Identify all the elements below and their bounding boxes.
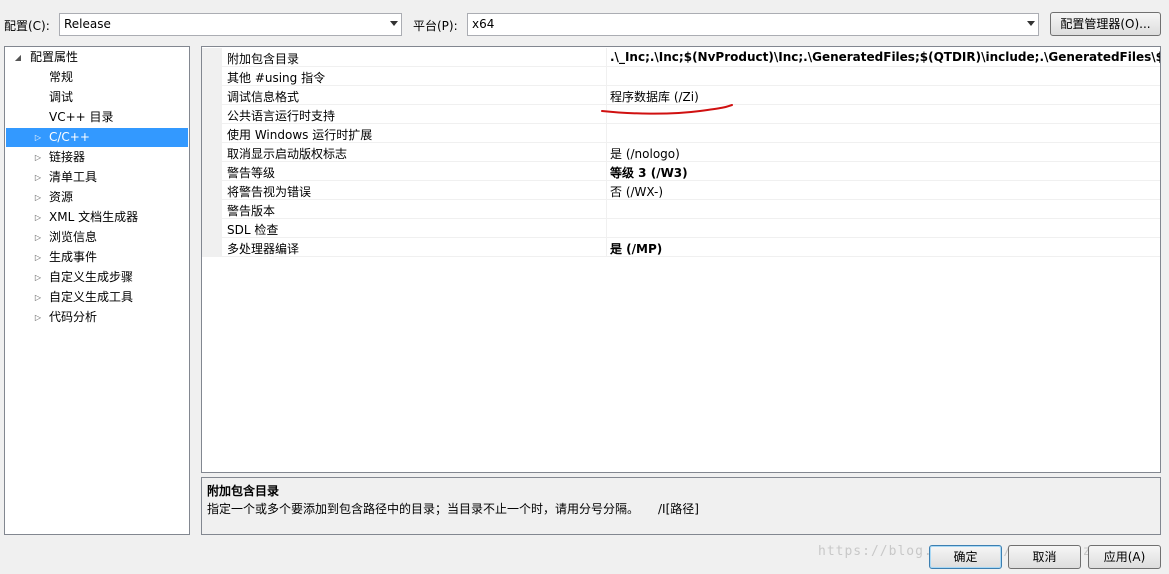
- property-value[interactable]: 是 (/nologo): [610, 145, 680, 162]
- tree-item-config-properties[interactable]: ◢ 配置属性: [6, 48, 188, 67]
- tree-item-label: 链接器: [49, 150, 86, 164]
- property-name: 调试信息格式: [227, 90, 300, 104]
- tree-item-label: 生成事件: [49, 250, 98, 264]
- cancel-button[interactable]: 取消: [1008, 545, 1081, 569]
- tree-item-custom-build-step[interactable]: ▷ 自定义生成步骤: [6, 268, 188, 287]
- property-row[interactable]: 多处理器编译 是 (/MP): [202, 238, 1160, 257]
- property-name: 附加包含目录: [227, 52, 300, 66]
- property-name: 取消显示启动版权标志: [227, 147, 348, 161]
- property-value[interactable]: 等级 3 (/W3): [610, 164, 688, 181]
- tree-item-label: 自定义生成工具: [49, 290, 134, 304]
- tree-item-label: VC++ 目录: [49, 110, 114, 124]
- expand-triangle-icon[interactable]: ▷: [32, 208, 44, 227]
- tree-item-c-cpp[interactable]: ▷ C/C++: [6, 128, 188, 147]
- ok-button[interactable]: 确定: [929, 545, 1002, 569]
- property-row[interactable]: 附加包含目录 .\_Inc;.\Inc;$(NvProduct)\Inc;.\G…: [202, 48, 1160, 67]
- expand-triangle-icon[interactable]: ▷: [32, 228, 44, 247]
- property-name: 多处理器编译: [227, 242, 300, 256]
- chevron-down-icon: [1027, 21, 1035, 26]
- property-grid[interactable]: 附加包含目录 .\_Inc;.\Inc;$(NvProduct)\Inc;.\G…: [201, 46, 1161, 473]
- tree-item-vc-directories[interactable]: VC++ 目录: [6, 108, 188, 127]
- platform-select-value: x64: [472, 17, 495, 31]
- tree-item-label: 配置属性: [30, 50, 79, 64]
- config-label: 配置(C):: [4, 19, 50, 33]
- property-name: 将警告视为错误: [227, 185, 312, 199]
- platform-select[interactable]: x64: [467, 13, 1039, 36]
- expand-triangle-icon[interactable]: ▷: [32, 168, 44, 187]
- tree-item-label: 代码分析: [49, 310, 98, 324]
- tree-item-xml-doc-generator[interactable]: ▷ XML 文档生成器: [6, 208, 188, 227]
- tree-item-label: 清单工具: [49, 170, 98, 184]
- platform-label: 平台(P):: [413, 19, 458, 33]
- property-row[interactable]: 使用 Windows 运行时扩展: [202, 124, 1160, 143]
- tree-item-label: 常规: [49, 70, 74, 84]
- property-row[interactable]: 将警告视为错误 否 (/WX-): [202, 181, 1160, 200]
- tree-item-debugging[interactable]: 调试: [6, 88, 188, 107]
- description-text: 指定一个或多个要添加到包含路径中的目录；当目录不止一个时，请用分号分隔。: [207, 502, 640, 516]
- property-name: 公共语言运行时支持: [227, 109, 336, 123]
- property-row[interactable]: 警告版本: [202, 200, 1160, 219]
- expand-triangle-icon[interactable]: ▷: [32, 188, 44, 207]
- tree-item-label: 资源: [49, 190, 74, 204]
- property-name: 警告版本: [227, 204, 276, 218]
- apply-button[interactable]: 应用(A): [1088, 545, 1161, 569]
- expand-triangle-icon[interactable]: ▷: [32, 248, 44, 267]
- description-title: 附加包含目录: [207, 484, 280, 498]
- property-row[interactable]: SDL 检查: [202, 219, 1160, 238]
- tree-item-label: 自定义生成步骤: [49, 270, 134, 284]
- property-row[interactable]: 其他 #using 指令: [202, 67, 1160, 86]
- property-name: 使用 Windows 运行时扩展: [227, 128, 373, 142]
- expand-triangle-icon[interactable]: ▷: [32, 308, 44, 327]
- tree-item-label: 调试: [49, 90, 74, 104]
- expand-triangle-icon[interactable]: ▷: [32, 268, 44, 287]
- property-tree[interactable]: ◢ 配置属性 常规 调试 VC++ 目录 ▷ C/C++ ▷ 链接器 ▷ 清单工…: [4, 46, 190, 535]
- expand-triangle-icon[interactable]: ▷: [32, 148, 44, 167]
- property-row[interactable]: 取消显示启动版权标志 是 (/nologo): [202, 143, 1160, 162]
- expand-triangle-icon[interactable]: ▷: [32, 128, 44, 147]
- property-name: 其他 #using 指令: [227, 71, 326, 85]
- property-value[interactable]: 否 (/WX-): [610, 183, 663, 200]
- tree-item-custom-build-tool[interactable]: ▷ 自定义生成工具: [6, 288, 188, 307]
- tree-item-label: XML 文档生成器: [49, 210, 139, 224]
- tree-item-manifest-tool[interactable]: ▷ 清单工具: [6, 168, 188, 187]
- description-pane: 附加包含目录 指定一个或多个要添加到包含路径中的目录；当目录不止一个时，请用分号…: [201, 477, 1161, 535]
- tree-item-code-analysis[interactable]: ▷ 代码分析: [6, 308, 188, 327]
- description-switch: /I[路径]: [658, 502, 699, 516]
- config-select[interactable]: Release: [59, 13, 402, 36]
- tree-item-resources[interactable]: ▷ 资源: [6, 188, 188, 207]
- chevron-down-icon: [390, 21, 398, 26]
- expand-triangle-icon[interactable]: ▷: [32, 288, 44, 307]
- property-row[interactable]: 警告等级 等级 3 (/W3): [202, 162, 1160, 181]
- tree-item-browse-info[interactable]: ▷ 浏览信息: [6, 228, 188, 247]
- property-value[interactable]: 是 (/MP): [610, 240, 662, 257]
- property-name: 警告等级: [227, 166, 276, 180]
- tree-item-build-events[interactable]: ▷ 生成事件: [6, 248, 188, 267]
- red-underline-annotation: [601, 104, 733, 115]
- property-name: SDL 检查: [227, 223, 279, 237]
- tree-item-general[interactable]: 常规: [6, 68, 188, 87]
- tree-item-label: C/C++: [49, 130, 90, 144]
- tree-item-linker[interactable]: ▷ 链接器: [6, 148, 188, 167]
- collapse-triangle-icon[interactable]: ◢: [12, 48, 24, 67]
- config-select-value: Release: [64, 17, 111, 31]
- tree-item-label: 浏览信息: [49, 230, 98, 244]
- config-manager-button[interactable]: 配置管理器(O)...: [1050, 12, 1161, 36]
- property-value[interactable]: .\_Inc;.\Inc;$(NvProduct)\Inc;.\Generate…: [610, 50, 1160, 64]
